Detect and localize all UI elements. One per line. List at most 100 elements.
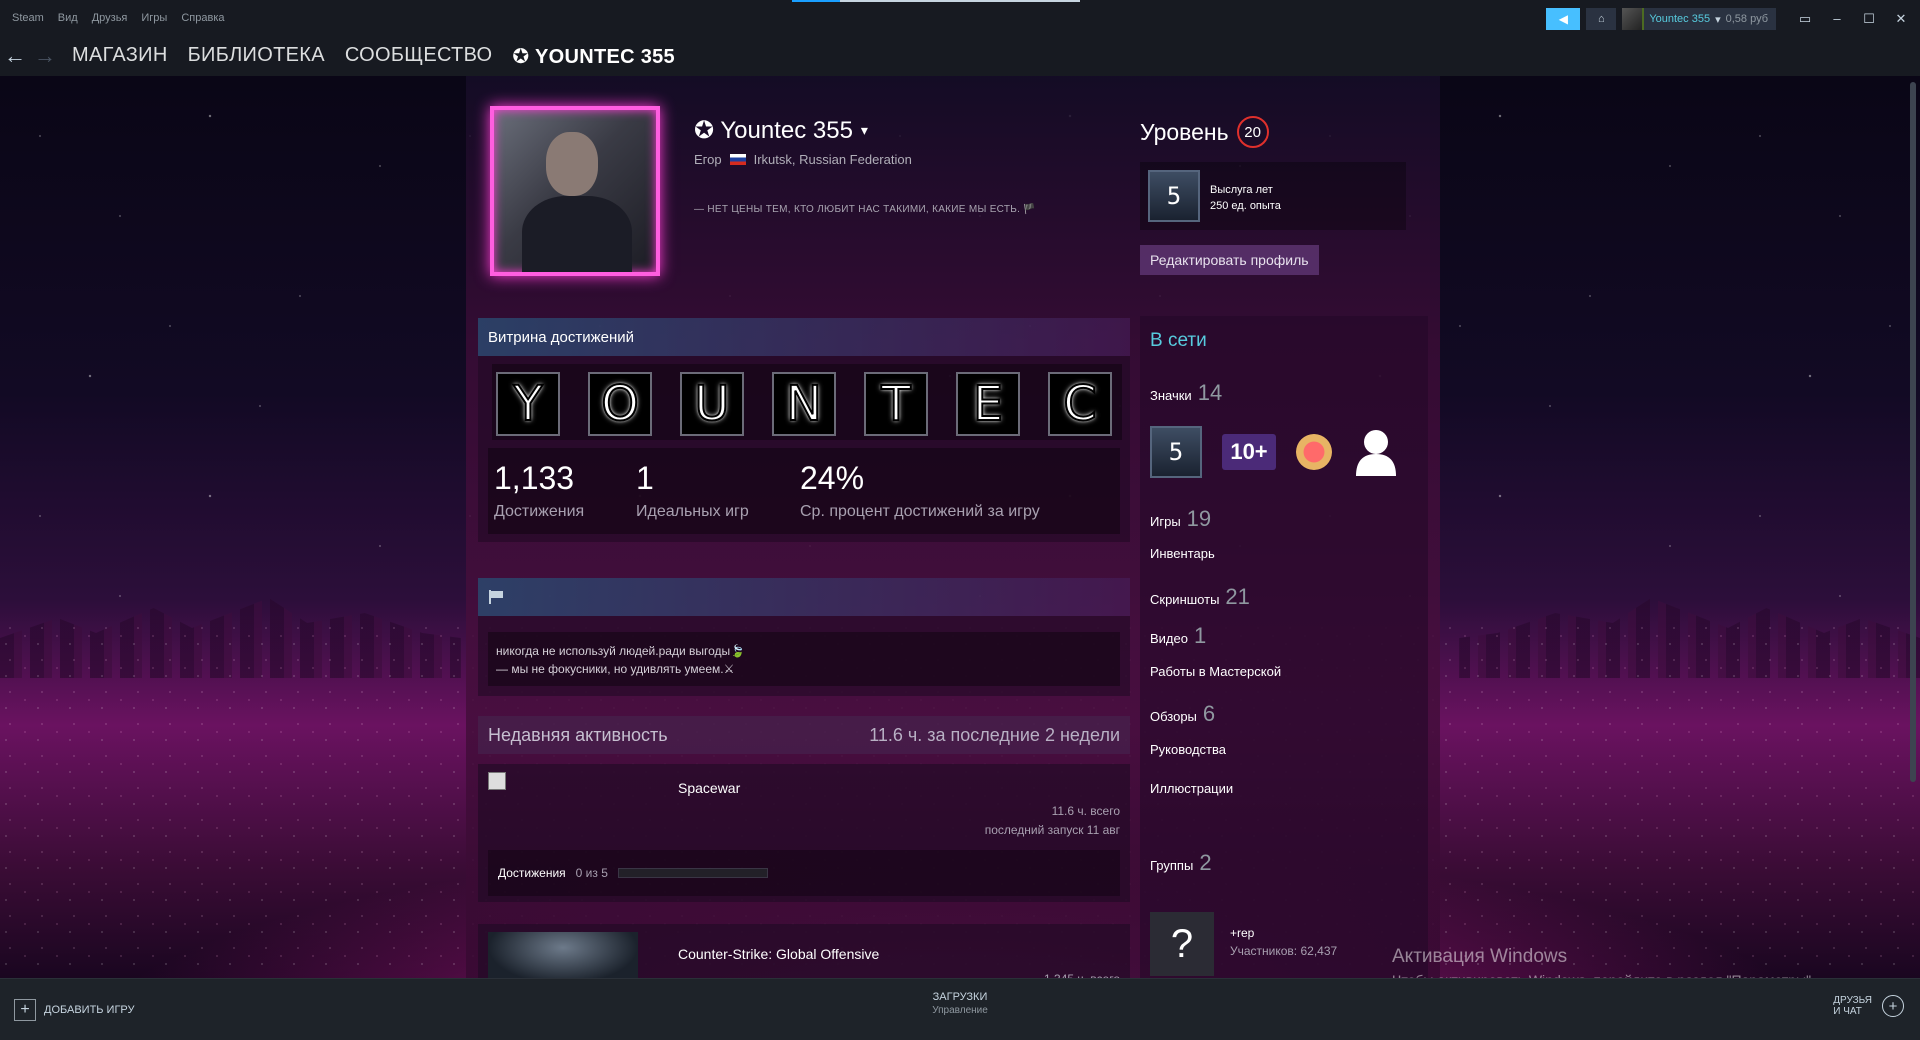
recent-activity-header: Недавняя активность 11.6 ч. за последние… (478, 716, 1130, 754)
custom-info-line: — мы не фокусники, но удивлять умеем.⚔ (496, 662, 735, 676)
stat-value: 24% (800, 460, 865, 496)
profile-name[interactable]: ✪ Yountec 355 ▾ (694, 116, 868, 145)
nav-community[interactable]: СООБЩЕСТВО (345, 44, 493, 69)
chevron-down-icon: ▾ (860, 122, 868, 138)
game-name[interactable]: Counter-Strike: Global Offensive (678, 946, 879, 962)
recent-hours-suffix: недели (1059, 724, 1120, 745)
stat-label: Достижения (494, 503, 585, 520)
artwork-link[interactable]: Иллюстрации (1150, 781, 1233, 796)
group-members: Участников: 62,437 (1230, 944, 1338, 958)
reviews-link[interactable]: Обзоры 6 (1150, 701, 1215, 727)
badges-label: Значки (1150, 388, 1192, 403)
account-menu[interactable]: Yountec 355 ▾ 0,58 руб (1622, 8, 1776, 30)
screenshots-count: 21 (1225, 584, 1250, 609)
level-badge: 20 (1236, 116, 1269, 148)
games-label: Игры (1150, 514, 1181, 529)
inbox-icon: ⌂ (1597, 13, 1605, 25)
loading-bar (792, 0, 1080, 2)
custom-info-box: никогда не используй людей.ради выгоды🍃 … (478, 616, 1130, 696)
badge-title: Выслуга лет (1210, 184, 1273, 196)
badge-list: 5 10+ (1150, 426, 1400, 478)
badge-gem-icon[interactable] (1296, 434, 1332, 470)
stat-avg-completion: 24% Ср. процент достижений за игру (800, 460, 1040, 521)
games-count: 19 (1186, 506, 1212, 531)
guides-label: Руководства (1150, 742, 1226, 757)
game-name[interactable]: Spacewar (678, 780, 740, 796)
stat-value: 1 (636, 460, 654, 496)
menu-view[interactable]: Вид (58, 12, 78, 24)
achievement-tile[interactable]: C (1048, 372, 1112, 436)
level-label: Уровень (1140, 118, 1229, 145)
screenshots-link[interactable]: Скриншоты 21 (1150, 584, 1250, 610)
badge-years[interactable]: 5 (1150, 426, 1202, 478)
stat-label: Идеальных игр (636, 503, 749, 520)
maximize-icon[interactable]: ☐ (1860, 11, 1878, 27)
achievements-progress-bar (617, 868, 768, 878)
online-status: В сети (1150, 330, 1207, 351)
forward-arrow-icon[interactable]: → (30, 43, 60, 69)
guides-link[interactable]: Руководства (1150, 742, 1226, 757)
game-capsule-image[interactable] (488, 932, 638, 978)
workshop-link[interactable]: Работы в Мастерской (1150, 664, 1281, 679)
featured-badge[interactable]: 5 Выслуга лет 250 ед. опыта (1140, 162, 1406, 230)
scrollbar-thumb[interactable] (1910, 82, 1916, 782)
achievement-tile[interactable]: T (864, 372, 928, 436)
recent-game-card: Spacewar 11.6 ч. всего последний запуск … (478, 764, 1130, 902)
notifications-button[interactable]: ⌂ (1586, 8, 1617, 30)
friends-chat-button[interactable]: ДРУЗЬЯ И ЧАТ + (1833, 995, 1904, 1017)
stat-value: 1,133 (494, 460, 575, 496)
groups-label: Группы (1150, 858, 1194, 873)
achievement-tile[interactable]: E (956, 372, 1020, 436)
screenshots-label: Скриншоты (1150, 592, 1220, 607)
achievement-tile[interactable]: Y (496, 372, 560, 436)
close-icon[interactable]: ✕ (1892, 11, 1910, 27)
achievements-count: 0 из 5 (575, 866, 608, 880)
big-picture-icon[interactable]: ▭ (1796, 11, 1814, 27)
menu-friends[interactable]: Друзья (92, 12, 128, 24)
downloads-button[interactable]: ЗАГРУЗКИ Управление (900, 991, 1020, 1016)
group-name[interactable]: +rep (1230, 926, 1254, 940)
groups-link[interactable]: Группы 2 (1150, 850, 1212, 876)
custom-info-text: никогда не используй людей.ради выгоды🍃 … (488, 632, 1120, 686)
videos-link[interactable]: Видео 1 (1150, 623, 1206, 649)
megaphone-icon: ◀ (1558, 12, 1568, 26)
achievement-tile[interactable]: O (588, 372, 652, 436)
avatar-body (522, 196, 632, 272)
announcements-button[interactable]: ◀ (1546, 8, 1581, 30)
game-image-broken[interactable] (488, 772, 506, 790)
stat-achievements: 1,133 Достижения (494, 460, 584, 521)
wallet-balance: 0,58 руб (1725, 13, 1768, 25)
main-nav: ← → МАГАЗИН БИБЛИОТЕКА СООБЩЕСТВО ✪ YOUN… (0, 36, 1920, 76)
badge-silhouette-icon[interactable] (1352, 426, 1400, 478)
menu-bar: Steam Вид Друзья Игры Справка ◀ ⌂ Younte… (0, 0, 1920, 36)
menu-help[interactable]: Справка (181, 12, 224, 24)
nav-store[interactable]: МАГАЗИН (72, 44, 168, 69)
profile-page: ✪ Yountec 355 ▾ Егор Irkutsk, Russian Fe… (466, 76, 1440, 978)
menu-games[interactable]: Игры (141, 12, 167, 24)
minimize-icon[interactable]: – (1828, 11, 1846, 27)
real-name: Егор (694, 152, 722, 167)
nav-profile[interactable]: ✪ YOUNTEC 355 (512, 44, 675, 69)
achievement-tile[interactable]: N (772, 372, 836, 436)
add-game-button[interactable]: + ДОБАВИТЬ ИГРУ (14, 999, 135, 1021)
menu-steam[interactable]: Steam (12, 12, 44, 24)
group-avatar[interactable]: ? (1150, 912, 1214, 976)
reviews-label: Обзоры (1150, 709, 1197, 724)
nav-library[interactable]: БИБЛИОТЕКА (188, 44, 325, 69)
game-achievements[interactable]: Достижения 0 из 5 (488, 850, 1120, 896)
games-link[interactable]: Игры 19 (1150, 506, 1211, 532)
add-game-label: ДОБАВИТЬ ИГРУ (44, 1004, 135, 1016)
custom-info-line: никогда не используй людей.ради выгоды🍃 (496, 644, 746, 658)
inventory-link[interactable]: Инвентарь (1150, 546, 1215, 561)
artwork-label: Иллюстрации (1150, 781, 1234, 796)
back-arrow-icon[interactable]: ← (0, 43, 30, 69)
edit-profile-button[interactable]: Редактировать профиль (1140, 245, 1319, 275)
page-scrollbar[interactable] (1908, 80, 1918, 970)
achievement-tile[interactable]: U (680, 372, 744, 436)
plus-icon: + (1882, 995, 1904, 1017)
recent-hours: 11.6 ч. за последние 2 недели (869, 725, 1120, 746)
badge-ten-plus[interactable]: 10+ (1222, 434, 1276, 470)
badges-link[interactable]: Значки 14 (1150, 380, 1222, 406)
custom-info-header (478, 578, 1130, 616)
game-total-hours: 1 345 ч. всего (1044, 970, 1120, 978)
